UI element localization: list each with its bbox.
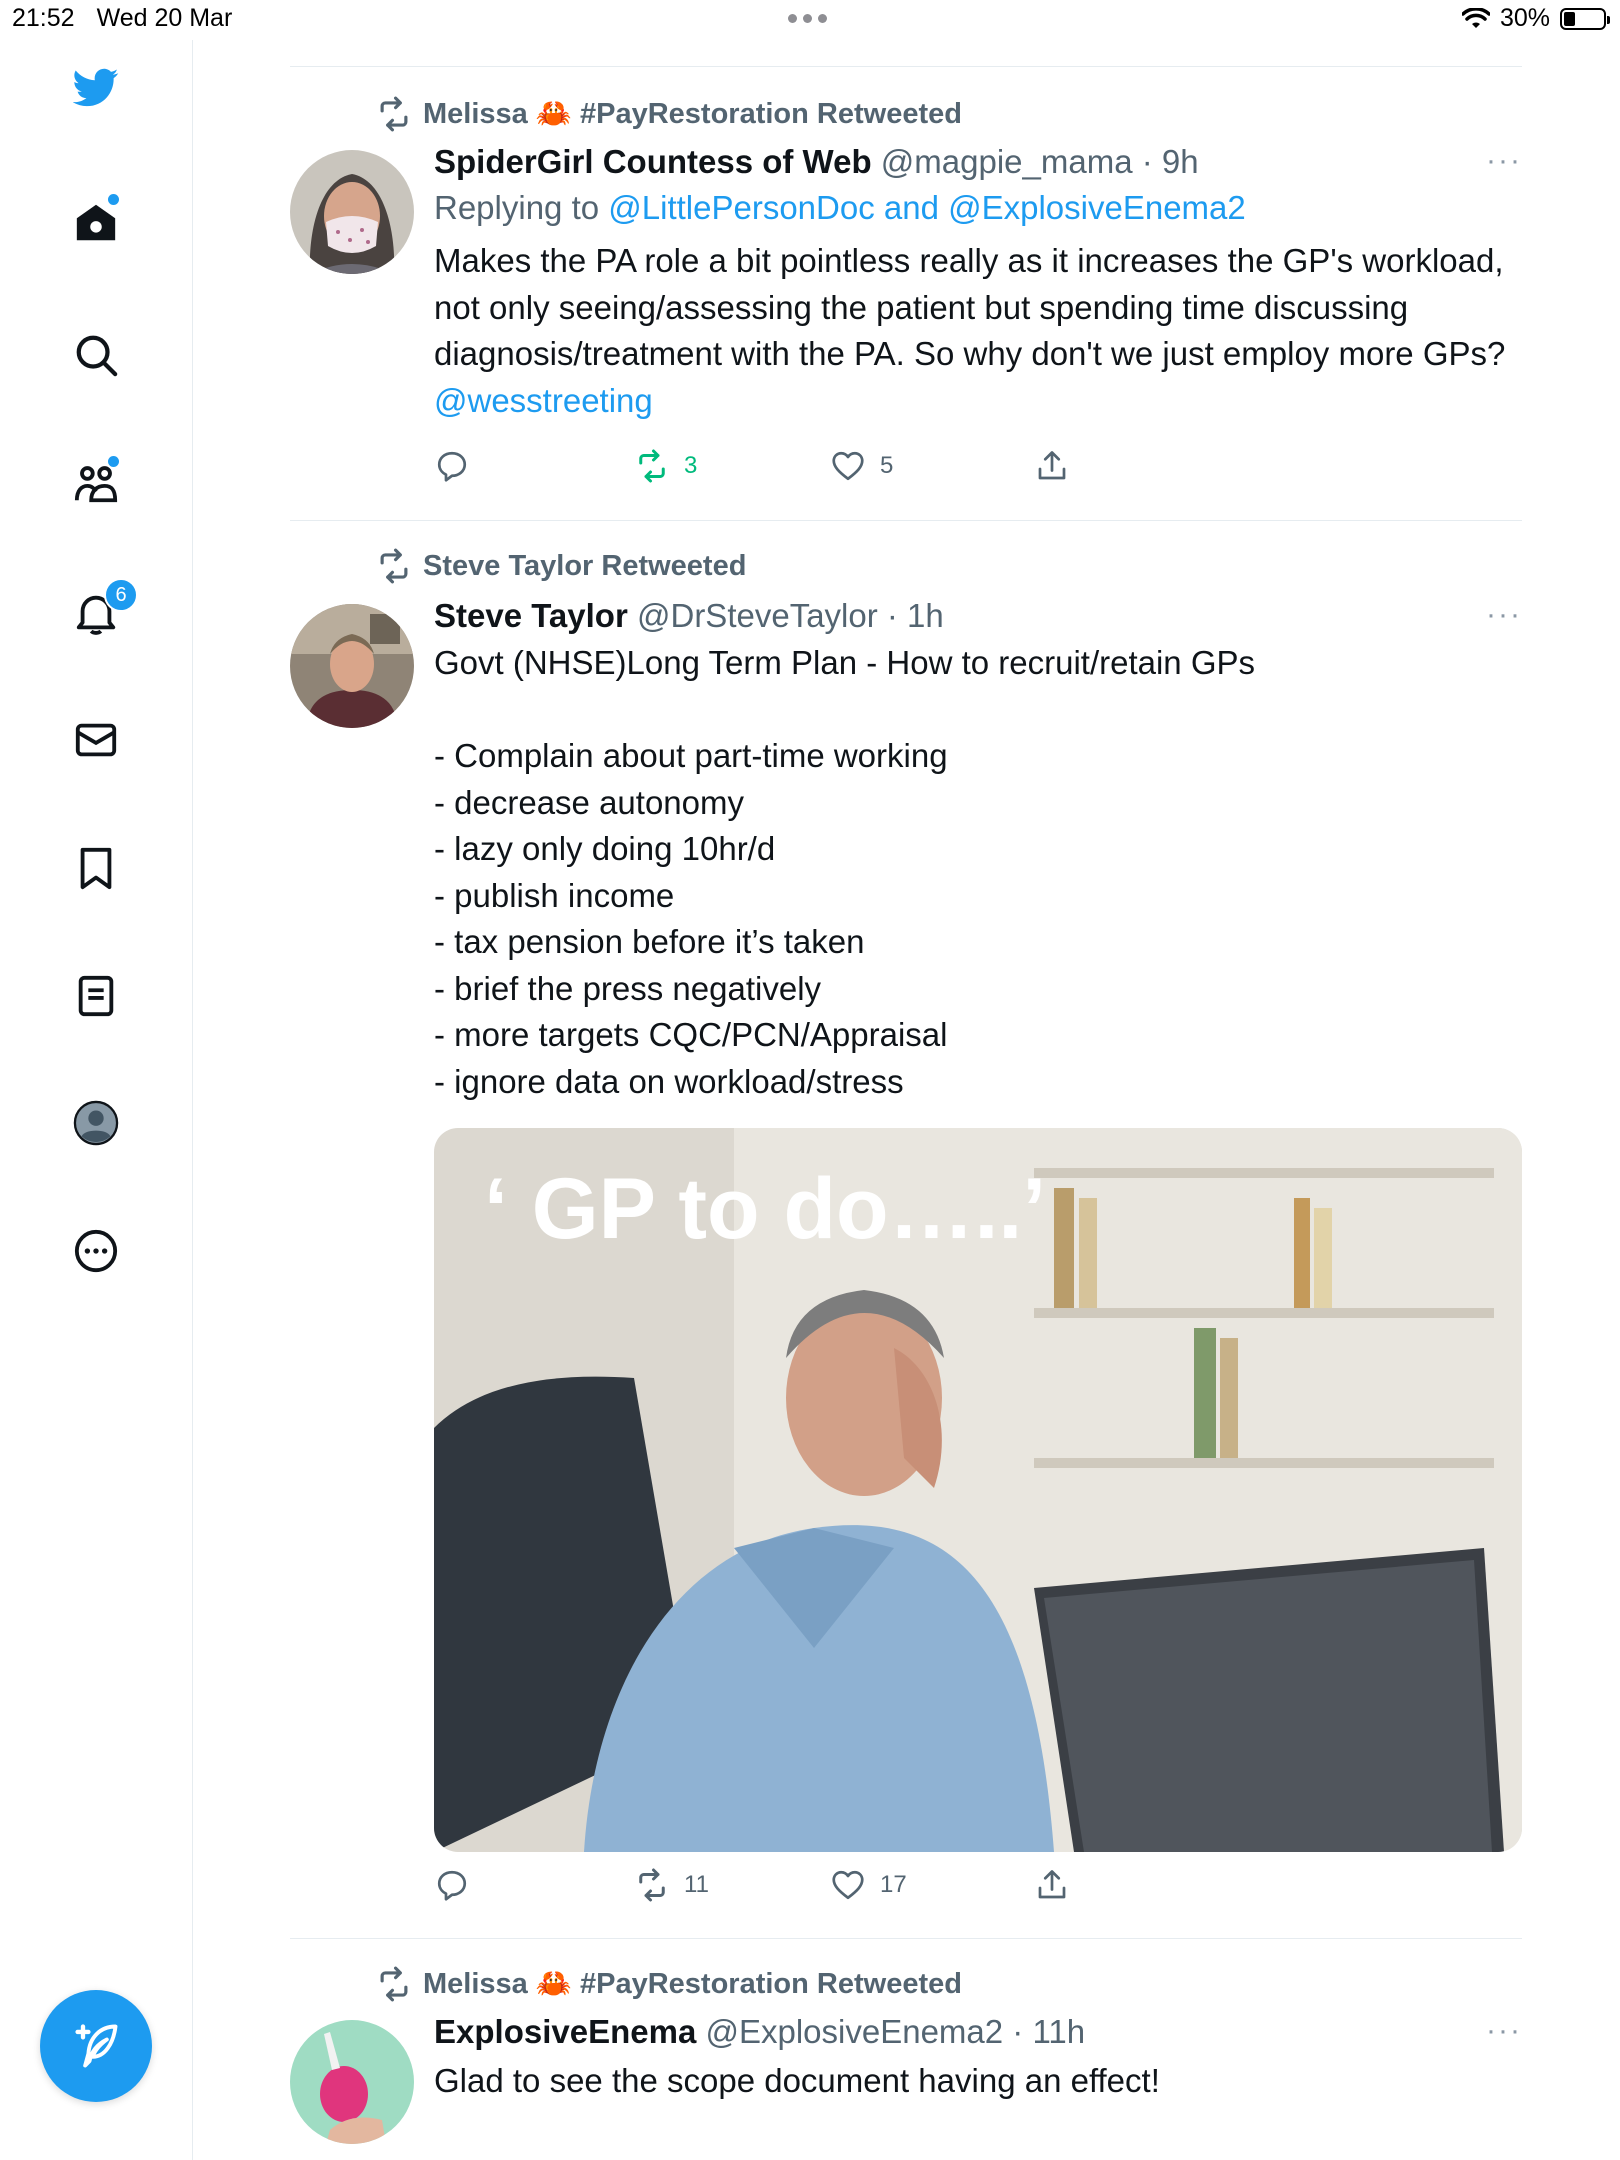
twitter-logo-icon[interactable] xyxy=(71,62,121,112)
retweet-context: Steve Taylor Retweeted xyxy=(375,548,746,584)
heart-icon xyxy=(832,451,864,481)
share-button[interactable] xyxy=(1034,1867,1070,1903)
retweet-icon xyxy=(380,96,408,132)
like-button[interactable]: 17 xyxy=(830,1867,907,1903)
retweet-context-text: Melissa 🦀 #PayRestoration Retweeted xyxy=(423,1968,962,2000)
communities-unread-dot xyxy=(108,456,119,467)
retweet-context-text: Steve Taylor Retweeted xyxy=(423,549,747,582)
author-name[interactable]: SpiderGirl Countess of Web xyxy=(434,143,872,180)
tweet-actions: 3 5 xyxy=(434,448,1134,492)
author-handle[interactable]: @magpie_mama xyxy=(881,143,1133,180)
author-name[interactable]: Steve Taylor xyxy=(434,597,628,634)
status-bar: 21:52 Wed 20 Mar 30% xyxy=(0,0,1620,40)
retweet-button[interactable]: 3 xyxy=(634,448,697,484)
tweet-actions: 11 17 xyxy=(434,1867,1134,1911)
home-unread-dot xyxy=(108,194,119,205)
communities-icon[interactable] xyxy=(71,456,121,508)
avatar[interactable] xyxy=(290,150,414,274)
like-button[interactable]: 5 xyxy=(830,448,893,484)
tweet-divider xyxy=(290,520,1522,521)
retweet-button[interactable]: 11 xyxy=(634,1867,709,1903)
reply-icon xyxy=(437,451,467,482)
like-count: 17 xyxy=(880,1871,907,1898)
bookmarks-icon[interactable] xyxy=(71,843,121,893)
tweet-text: Makes the PA role a bit pointless really… xyxy=(434,238,1524,424)
notifications-bell-icon[interactable]: 6 xyxy=(71,578,138,638)
tweet-body: SpiderGirl Countess of Web @magpie_mama … xyxy=(434,140,1524,424)
share-icon xyxy=(1038,451,1066,480)
mention-link[interactable]: @wesstreeting xyxy=(434,382,653,419)
tweet-body: ExplosiveEnema @ExplosiveEnema2 · 11h Gl… xyxy=(434,2010,1524,2105)
tweet-header: Steve Taylor @DrSteveTaylor · 1h xyxy=(434,594,1524,638)
avatar[interactable] xyxy=(290,604,414,728)
more-options-icon[interactable] xyxy=(71,1226,121,1276)
tweet-more-button[interactable]: ··· xyxy=(1486,2014,1522,2048)
lists-icon[interactable] xyxy=(71,971,121,1021)
retweet-count: 11 xyxy=(684,1871,709,1898)
avatar[interactable] xyxy=(290,2020,414,2144)
retweet-count: 3 xyxy=(684,452,698,479)
multitasking-dots-icon[interactable] xyxy=(788,14,827,23)
reply-button[interactable] xyxy=(434,448,470,484)
tweet-divider xyxy=(290,1938,1522,1939)
tweet-text-body: Makes the PA role a bit pointless really… xyxy=(434,242,1515,372)
search-icon[interactable] xyxy=(71,330,121,380)
retweet-context-text: Melissa 🦀 #PayRestoration Retweeted xyxy=(423,98,962,130)
status-time: 21:52 xyxy=(12,4,75,32)
tweet-image[interactable]: ‘ GP to do…..’ xyxy=(434,1128,1522,1852)
replying-to-label: Replying to xyxy=(434,189,609,226)
retweet-icon xyxy=(380,1966,408,2002)
tweet-time[interactable]: · 1h xyxy=(887,597,944,634)
tweet-card[interactable]: Melissa 🦀 #PayRestoration Retweeted Spid… xyxy=(290,92,1522,522)
tweet-text: Govt (NHSE)Long Term Plan - How to recru… xyxy=(434,644,1256,1100)
image-caption-text: ‘ GP to do…..’ xyxy=(484,1161,1046,1257)
retweet-context: Melissa 🦀 #PayRestoration Retweeted xyxy=(375,96,962,132)
tweet-time[interactable]: · 11h xyxy=(1012,2013,1085,2050)
author-handle[interactable]: @ExplosiveEnema2 xyxy=(705,2013,1003,2050)
retweet-icon xyxy=(639,1868,665,1902)
retweet-context: Melissa 🦀 #PayRestoration Retweeted xyxy=(375,1966,962,2002)
tweet-text: Glad to see the scope document having an… xyxy=(434,2062,1160,2099)
profile-icon[interactable] xyxy=(71,1098,121,1148)
tweet-more-button[interactable]: ··· xyxy=(1486,144,1522,178)
like-count: 5 xyxy=(880,452,894,479)
tweet-body: Steve Taylor @DrSteveTaylor · 1h Govt (N… xyxy=(434,594,1524,1105)
retweet-icon xyxy=(639,449,665,483)
tweet-time[interactable]: · 9h xyxy=(1142,143,1199,180)
wifi-icon xyxy=(1461,7,1490,28)
status-indicators: 30% xyxy=(1461,4,1610,33)
tweet-card[interactable]: Melissa 🦀 #PayRestoration Retweeted Expl… xyxy=(290,1964,1522,2160)
compose-tweet-button[interactable] xyxy=(40,1990,152,2102)
sidebar-nav: 6 xyxy=(0,40,193,2160)
tweet-header: ExplosiveEnema @ExplosiveEnema2 · 11h xyxy=(434,2010,1524,2054)
replying-to-users[interactable]: @LittlePersonDoc and @ExplosiveEnema2 xyxy=(608,189,1246,226)
tweet-header: SpiderGirl Countess of Web @magpie_mama … xyxy=(434,140,1524,184)
author-handle[interactable]: @DrSteveTaylor xyxy=(637,597,878,634)
share-button[interactable] xyxy=(1034,448,1070,484)
messages-icon[interactable] xyxy=(71,715,121,765)
share-icon xyxy=(1038,1870,1066,1899)
battery-percent: 30% xyxy=(1499,4,1550,32)
reply-button[interactable] xyxy=(434,1867,470,1903)
status-time-date: 21:52 Wed 20 Mar xyxy=(12,4,232,33)
compose-feather-icon xyxy=(75,2024,118,2068)
reply-icon xyxy=(437,1870,467,1901)
status-date: Wed 20 Mar xyxy=(96,4,233,32)
home-icon[interactable] xyxy=(71,194,121,248)
notifications-badge: 6 xyxy=(104,578,138,612)
author-name[interactable]: ExplosiveEnema xyxy=(434,2013,696,2050)
retweet-icon xyxy=(380,548,408,584)
tweet-more-button[interactable]: ··· xyxy=(1486,598,1522,632)
feed-top-divider xyxy=(290,66,1522,67)
battery-icon xyxy=(1560,7,1610,30)
replying-to: Replying to @LittlePersonDoc and @Explos… xyxy=(434,184,1524,232)
tweet-card[interactable]: Steve Taylor Retweeted Steve Taylor @DrS… xyxy=(290,546,1522,1936)
heart-icon xyxy=(832,1870,864,1900)
